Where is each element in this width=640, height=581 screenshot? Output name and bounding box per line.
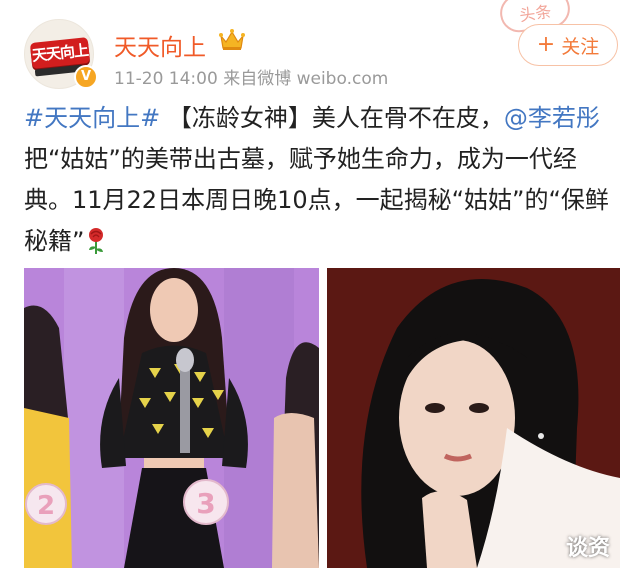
verified-badge-icon: V — [74, 65, 98, 89]
photo-right[interactable] — [327, 268, 620, 568]
plus-icon: + — [536, 32, 556, 57]
photo-right-scene — [327, 268, 620, 568]
follow-label: 关注 — [561, 35, 600, 58]
crown-icon — [219, 29, 245, 50]
post-text: #天天向上# 【冻龄女神】美人在骨不在皮，@李若彤 把“姑姑”的美带出古墓，赋予… — [24, 98, 624, 262]
post-meta: 11-20 14:00 来自微博 weibo.com — [114, 69, 389, 89]
mention-link[interactable]: @李若彤 — [504, 104, 600, 132]
photo-left-scene: 2 3 — [24, 268, 319, 568]
bottom-watermark: 谈资 — [566, 536, 611, 561]
hashtag-link[interactable]: #天天向上# — [24, 104, 160, 132]
follow-button[interactable]: + 关注 — [518, 24, 618, 66]
post-text-part-1: 【冻龄女神】美人在骨不在皮， — [160, 104, 504, 132]
contestant-number-2: 2 — [37, 491, 55, 521]
photo-left[interactable]: 2 3 — [24, 268, 319, 568]
rose-icon — [89, 228, 104, 254]
account-name[interactable]: 天天向上 — [114, 28, 206, 62]
post-text-part-2: 把“姑姑”的美带出古墓，赋予她生命力，成为一代经典。11月22日本周日晚10点，… — [24, 145, 609, 255]
contestant-number-3: 3 — [196, 487, 215, 520]
